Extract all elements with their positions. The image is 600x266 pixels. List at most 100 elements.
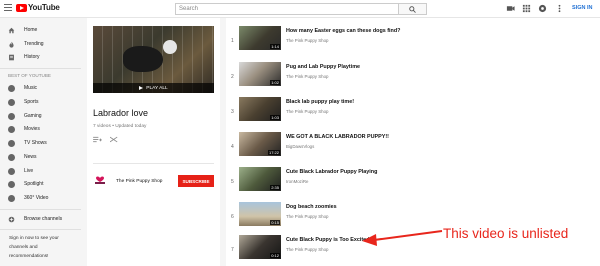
add-circle-icon <box>8 216 15 222</box>
video-title[interactable]: Cute Black Labrador Puppy Playing <box>286 169 377 175</box>
playlist-title: Labrador love <box>93 108 149 118</box>
youtube-logo[interactable]: YouTube <box>16 3 60 12</box>
video-index: 7 <box>231 247 234 253</box>
add-to-queue-icon[interactable] <box>93 136 102 143</box>
play-all-label: PLAY ALL <box>146 85 168 91</box>
sidebar-item-label: Music <box>24 85 38 91</box>
video-duration: 0:15 <box>270 220 280 225</box>
video-thumbnail[interactable]: 1:03 <box>239 97 281 121</box>
shuffle-icon[interactable] <box>110 136 118 143</box>
video-thumbnail[interactable]: 0:12 <box>239 235 281 259</box>
video-thumbnail[interactable]: 1:02 <box>239 62 281 86</box>
sidebar-item-label: Home <box>24 27 38 33</box>
sidebar-item-tv-shows[interactable]: TV Shows <box>0 137 81 149</box>
sidebar: Home Trending History BEST OF YOUTUBE Mu… <box>0 18 81 266</box>
dog-figure <box>123 46 163 72</box>
sidebar-item-live[interactable]: Live <box>0 165 81 177</box>
video-channel[interactable]: IronMoziRe <box>286 179 308 184</box>
playlist-meta: 7 videos • Updated today <box>93 124 147 129</box>
sign-in-link[interactable]: SIGN IN <box>572 5 592 11</box>
masthead: YouTube Search SIGN IN <box>0 0 600 18</box>
channel-avatar[interactable] <box>93 174 107 186</box>
sidebar-item-movies[interactable]: Movies <box>0 123 81 135</box>
playlist-video-row[interactable]: 3 1:03 Black lab puppy play time! The Pi… <box>226 94 600 128</box>
music-icon <box>8 84 15 92</box>
hamburger-menu-icon[interactable] <box>4 4 12 13</box>
video-channel[interactable]: The Pink Puppy Shop <box>286 214 328 219</box>
video-index: 6 <box>231 214 234 220</box>
sidebar-item-label: TV Shows <box>24 140 47 146</box>
sidebar-item-label: News <box>24 154 37 160</box>
video-index: 1 <box>231 38 234 44</box>
logo-text: YouTube <box>28 3 60 12</box>
search-input[interactable]: Search <box>175 3 399 15</box>
playlist-video-row[interactable]: 1 1:14 How many Easter eggs can these do… <box>226 23 600 57</box>
news-icon <box>8 153 15 161</box>
settings-more-icon[interactable] <box>555 4 564 13</box>
apps-grid-icon[interactable] <box>522 4 531 13</box>
sidebar-divider <box>0 209 81 210</box>
video-channel[interactable]: The Pink Puppy Shop <box>286 38 328 43</box>
sports-icon <box>8 98 15 106</box>
sidebar-item-label: History <box>24 54 40 60</box>
video-thumbnail[interactable]: 2:35 <box>239 167 281 191</box>
sidebar-item-trending[interactable]: Trending <box>0 38 81 50</box>
movies-icon <box>8 125 15 133</box>
play-icon <box>139 86 144 90</box>
video-title[interactable]: Pug and Lab Puppy Playtime <box>286 64 360 70</box>
video-duration: 17:22 <box>267 150 280 155</box>
video-index: 3 <box>231 109 234 115</box>
sidebar-divider <box>0 229 81 230</box>
sidebar-item-browse-channels[interactable]: Browse channels <box>0 213 81 225</box>
playlist-divider <box>93 163 214 164</box>
playlist-video-row[interactable]: 5 2:35 Cute Black Labrador Puppy Playing… <box>226 164 600 198</box>
sidebar-item-label: Spotlight <box>24 181 44 187</box>
360-video-icon <box>8 194 15 202</box>
video-index: 4 <box>231 144 234 150</box>
sidebar-item-gaming[interactable]: Gaming <box>0 110 81 122</box>
sidebar-item-home[interactable]: Home <box>0 24 81 36</box>
playlist-sidebar: PLAY ALL Labrador love 7 videos • Update… <box>87 18 220 266</box>
video-duration: 2:35 <box>270 185 280 190</box>
video-thumbnail[interactable]: 0:15 <box>239 202 281 226</box>
sidebar-item-spotlight[interactable]: Spotlight <box>0 178 81 190</box>
video-index: 5 <box>231 179 234 185</box>
playlist-video-row[interactable]: 4 17:22 WE GOT A BLACK LABRADOR PUPPY!! … <box>226 129 600 163</box>
sidebar-item-label: Movies <box>24 126 40 132</box>
history-icon <box>9 54 14 60</box>
sign-in-prompt: Sign in now to see your channels and rec… <box>9 236 59 259</box>
search-icon <box>409 6 416 13</box>
home-icon <box>8 27 15 33</box>
sidebar-divider <box>0 68 81 69</box>
spotlight-icon <box>8 180 15 188</box>
annotation-text: This video is unlisted <box>443 226 569 241</box>
video-title[interactable]: Black lab puppy play time! <box>286 99 354 105</box>
play-all-button[interactable]: PLAY ALL <box>93 83 214 93</box>
channel-name[interactable]: The Pink Puppy Shop <box>116 179 162 184</box>
video-title[interactable]: WE GOT A BLACK LABRADOR PUPPY!! <box>286 134 389 140</box>
search-button[interactable] <box>399 3 427 15</box>
video-channel[interactable]: BigDawsVlogs <box>286 144 314 149</box>
sidebar-item-label: 360° Video <box>24 195 49 201</box>
sidebar-item-360-video[interactable]: 360° Video <box>0 192 81 204</box>
sidebar-item-history[interactable]: History <box>0 51 81 63</box>
video-thumbnail[interactable]: 17:22 <box>239 132 281 156</box>
video-title[interactable]: Cute Black Puppy is Too Excited <box>286 237 369 243</box>
subscribe-button[interactable]: SUBSCRIBE <box>178 175 214 187</box>
video-title[interactable]: Dog beach zoomies <box>286 204 337 210</box>
gaming-icon <box>8 112 15 120</box>
upload-video-icon[interactable] <box>506 4 515 13</box>
video-title[interactable]: How many Easter eggs can these dogs find… <box>286 28 400 34</box>
video-channel[interactable]: The Pink Puppy Shop <box>286 247 328 252</box>
video-channel[interactable]: The Pink Puppy Shop <box>286 74 328 79</box>
sidebar-item-label: Trending <box>24 41 44 47</box>
sidebar-item-music[interactable]: Music <box>0 82 81 94</box>
sidebar-item-label: Live <box>24 168 34 174</box>
messages-icon[interactable] <box>538 4 547 13</box>
video-thumbnail[interactable]: 1:14 <box>239 26 281 50</box>
sidebar-item-news[interactable]: News <box>0 151 81 163</box>
playlist-video-row[interactable]: 2 1:02 Pug and Lab Puppy Playtime The Pi… <box>226 59 600 93</box>
sidebar-item-sports[interactable]: Sports <box>0 96 81 108</box>
best-of-youtube-heading: BEST OF YOUTUBE <box>8 73 51 78</box>
video-channel[interactable]: The Pink Puppy Shop <box>286 109 328 114</box>
